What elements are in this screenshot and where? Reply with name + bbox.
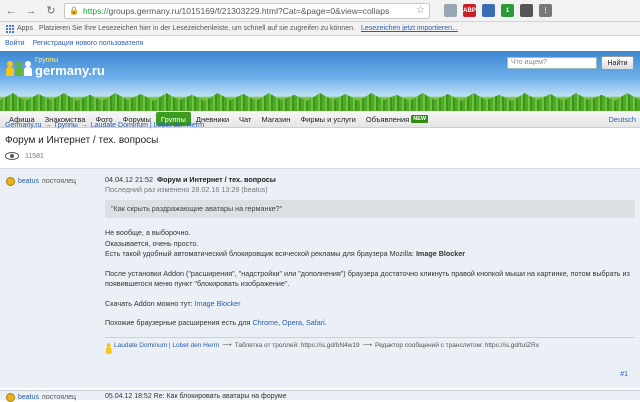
ext-shield-icon[interactable] [482, 4, 495, 17]
post-paragraph-4: Похожие браузерные расширения есть для C… [105, 318, 635, 328]
next-post-preview: 05.04.12 18:52 Re: Как блокировать авата… [105, 393, 287, 400]
login-strip: Войти Регистрация нового пользователя [0, 36, 640, 51]
arrow-icon: ⟶ [222, 342, 232, 350]
grass-decoration [0, 93, 640, 111]
menu-item-label: Фирмы и услуги [300, 114, 356, 124]
text-line: Есть такой удобный автоматический блокир… [105, 249, 635, 259]
signature-text-2: Редактор сообщений с транслитом: https:/… [375, 342, 539, 350]
separator: . [324, 317, 327, 327]
bookmarks-hint: Platzieren Sie Ihre Lesezeichen hier in … [38, 25, 355, 32]
logo-title: germany.ru [35, 63, 105, 78]
bold-text: Image Blocker [415, 249, 466, 259]
post-date: 04.04.12 21:52 [105, 175, 153, 184]
menu-item[interactable]: Чат [234, 111, 256, 128]
url-scheme: https:// [82, 5, 109, 16]
page-title: Форум и Интернет / тех. вопросы [5, 135, 159, 146]
post-quote: "Как скрыть раздражающие аватары на герм… [105, 199, 635, 219]
apps-shortcut[interactable]: Apps [6, 24, 33, 33]
post-number-link[interactable]: #1 [620, 371, 628, 378]
ext-gray-icon[interactable] [444, 4, 457, 17]
language-switch[interactable]: Deutsch [608, 115, 636, 124]
menu-item-label: Магазин [261, 114, 291, 124]
eye-icon [5, 152, 19, 160]
views-counter: 11581 [5, 152, 44, 160]
post-paragraph-1: Не вообще, а выборочно. Оказывается, оче… [105, 228, 635, 259]
extensions-area: ABP 1 ⋮ [444, 4, 552, 17]
signature-text-1: Таблетка от троллей: https://is.gd/bN4w1… [234, 342, 360, 350]
menu-item[interactable]: Объявления NEW [361, 111, 433, 128]
menu-item-label: Чат [239, 114, 252, 124]
forum-post: beatus постоялец 04.04.12 21:52 Форум и … [0, 168, 640, 388]
ext-green-icon[interactable]: 1 [501, 4, 514, 17]
menu-item-label: Объявления [365, 114, 410, 124]
post-meta: 04.04.12 21:52 Форум и Интернет / тех. в… [105, 175, 635, 185]
arrow-icon: ⟶ [362, 342, 373, 350]
apps-grid-icon [6, 24, 14, 33]
post-paragraph-3: Скачать Addon можно тут: Image Blocker [105, 299, 635, 309]
post-author: beatus постоялец [6, 177, 76, 186]
post-edited: Последний раз изменено 28.02.16 13:29 (b… [105, 185, 268, 195]
address-bar[interactable]: 🔒 https://groups.germany.ru/1015169/f/21… [64, 2, 430, 19]
text-line: Оказывается, очень просто. [105, 238, 199, 248]
user-status-icon [6, 177, 15, 186]
user-status-icon [6, 393, 15, 402]
next-post-peek: beatus постоялец 05.04.12 18:52 Re: Как … [0, 390, 640, 402]
ext-user-icon[interactable] [520, 4, 533, 17]
ext-menu-icon[interactable]: ⋮ [539, 4, 552, 17]
opera-link[interactable]: Opera [282, 318, 302, 327]
breadcrumb-separator: → [80, 122, 88, 129]
search-input[interactable]: Что ищем? [507, 57, 597, 69]
breadcrumb-separator: → [44, 122, 52, 129]
reload-icon[interactable]: ↻ [44, 4, 58, 18]
breadcrumb-link[interactable]: Laudate Dominum | Lobet den Herrn [91, 122, 205, 129]
author-link[interactable]: beatus [18, 178, 39, 185]
bookmark-star-icon[interactable]: ☆ [416, 5, 425, 16]
new-badge: NEW [411, 115, 429, 123]
post-body: 04.04.12 21:52 Форум и Интернет / тех. в… [105, 175, 635, 354]
breadcrumb-link[interactable]: Germany.ru [5, 122, 41, 129]
post-subject: Форум и Интернет / тех. вопросы [156, 175, 276, 184]
people-logo-icon [6, 61, 32, 77]
next-post-author: beatus постоялец [6, 393, 76, 402]
breadcrumb-link[interactable]: Группы [54, 122, 77, 129]
text-span: Есть такой удобный автоматический блокир… [105, 249, 416, 259]
ext-abp-icon[interactable]: ABP [463, 4, 476, 17]
bookmarks-bar: Apps Platzieren Sie Ihre Lesezeichen hie… [0, 22, 640, 36]
lock-icon: 🔒 [69, 6, 79, 15]
post-paragraph-2: После установки Addon ("расширения", "на… [105, 268, 630, 289]
safari-link[interactable]: Safari [306, 318, 325, 327]
search-button[interactable]: Найти [601, 56, 634, 70]
text-span: Скачать Addon можно тут: [105, 298, 195, 308]
text-span: Похожие браузерные расширения есть для [105, 317, 253, 327]
register-link[interactable]: Регистрация нового пользователя [33, 40, 144, 47]
apps-label: Apps [17, 25, 33, 32]
back-icon[interactable]: ← [4, 4, 18, 18]
breadcrumb: Germany.ru → Группы → Laudate Dominum | Lobe… [5, 122, 204, 129]
menu-item[interactable]: Магазин [257, 111, 296, 128]
site-logo[interactable]: Группы germany.ru [6, 57, 105, 77]
post-signature: Laudate Dominum | Lobet den Herrn ⟶ Табл… [105, 337, 635, 354]
site-header: Группы germany.ru Что ищем? Найти [0, 51, 640, 111]
group-logo-icon [105, 343, 112, 354]
login-link[interactable]: Войти [5, 40, 25, 47]
views-count: 11581 [25, 152, 44, 160]
text-line: Не вообще, а выборочно. [105, 228, 191, 238]
url-text: groups.germany.ru/1015169/f/21303229.htm… [108, 5, 390, 16]
forward-icon[interactable]: → [24, 4, 38, 18]
signature-group-link[interactable]: Laudate Dominum | Lobet den Herrn [114, 341, 219, 350]
author-role: постоялец [42, 178, 77, 185]
menu-item[interactable]: Фирмы и услуги [295, 111, 360, 128]
browser-toolbar: ← → ↻ 🔒 https://groups.germany.ru/101516… [0, 0, 640, 22]
image-blocker-link[interactable]: Image Blocker [195, 299, 241, 308]
import-bookmarks-link[interactable]: Lesezeichen jetzt importieren... [361, 25, 458, 32]
chrome-link[interactable]: Chrome [252, 318, 278, 327]
